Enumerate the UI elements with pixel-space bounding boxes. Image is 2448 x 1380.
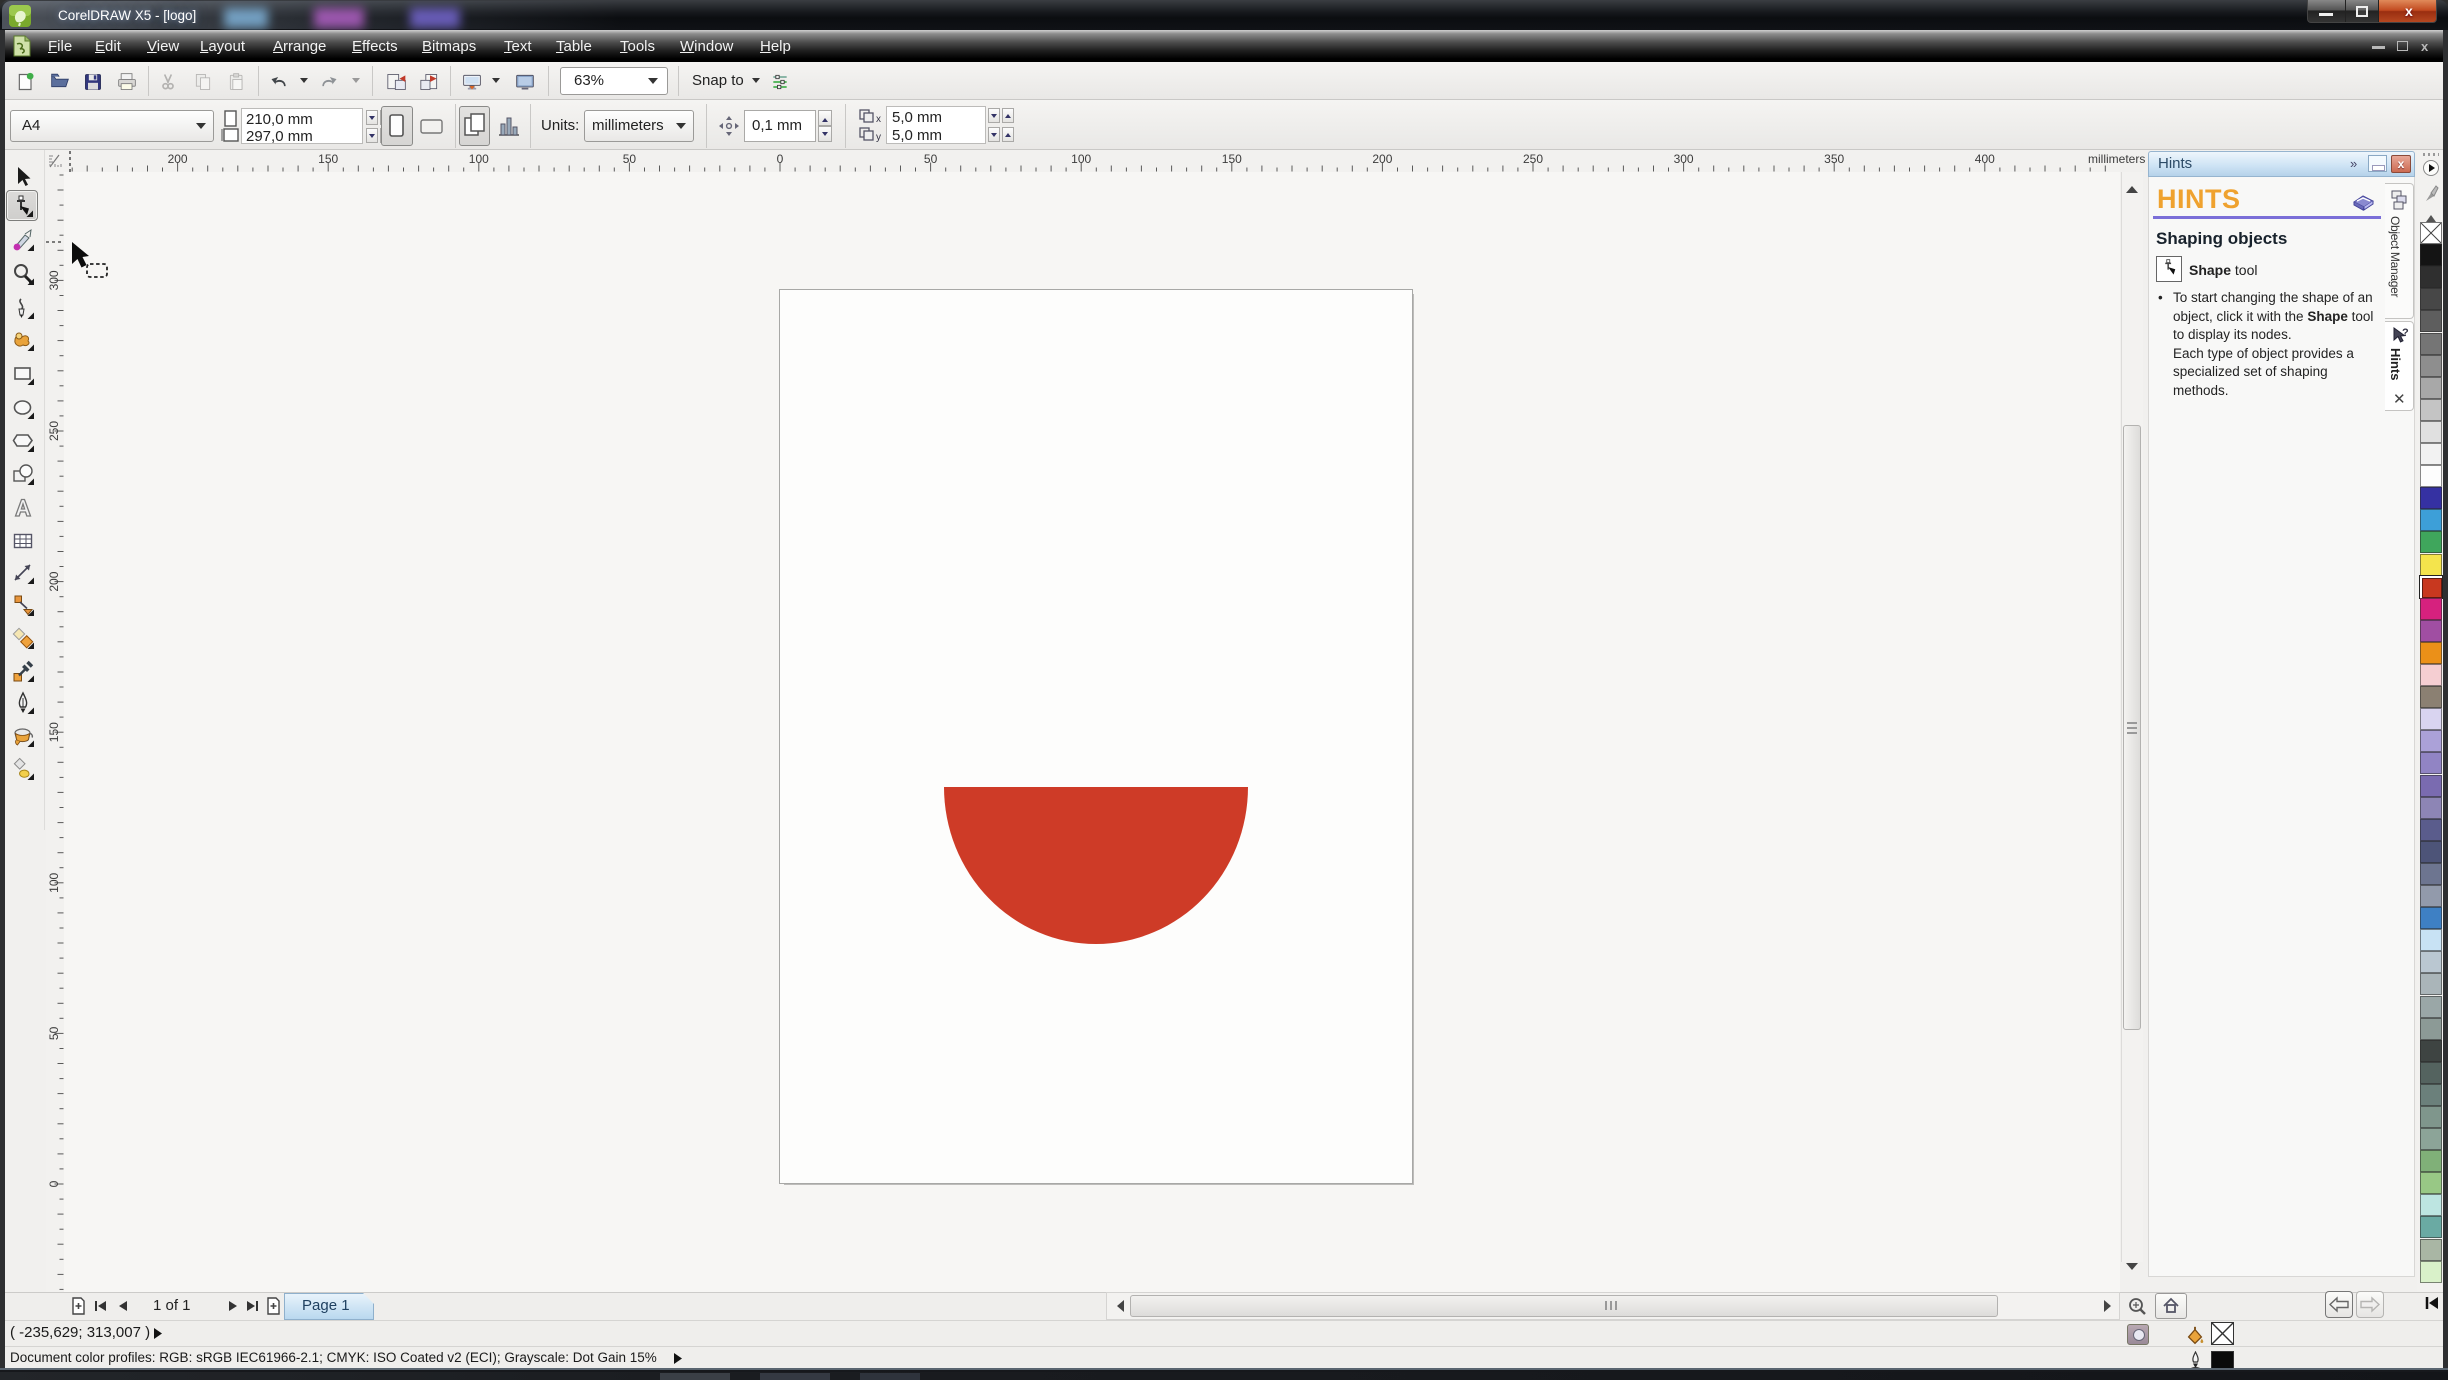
svg-text:millimeters: millimeters xyxy=(2088,152,2145,166)
svg-text:50: 50 xyxy=(924,152,938,166)
svg-text:100: 100 xyxy=(469,152,489,166)
svg-text:150: 150 xyxy=(47,722,61,742)
svg-text:200: 200 xyxy=(47,571,61,591)
svg-text:150: 150 xyxy=(318,152,338,166)
svg-text:150: 150 xyxy=(1222,152,1242,166)
svg-text:250: 250 xyxy=(47,421,61,441)
svg-text:50: 50 xyxy=(47,1026,61,1040)
svg-text:250: 250 xyxy=(1523,152,1543,166)
svg-text:200: 200 xyxy=(168,152,188,166)
svg-text:300: 300 xyxy=(47,270,61,290)
svg-text:0: 0 xyxy=(47,1180,61,1187)
svg-text:0: 0 xyxy=(777,152,784,166)
svg-text:200: 200 xyxy=(1372,152,1392,166)
svg-text:350: 350 xyxy=(1824,152,1844,166)
svg-text:300: 300 xyxy=(1674,152,1694,166)
svg-text:?: ? xyxy=(2402,327,2409,339)
svg-text:50: 50 xyxy=(623,152,637,166)
svg-text:400: 400 xyxy=(1975,152,1995,166)
svg-text:100: 100 xyxy=(1071,152,1091,166)
svg-text:100: 100 xyxy=(47,872,61,892)
